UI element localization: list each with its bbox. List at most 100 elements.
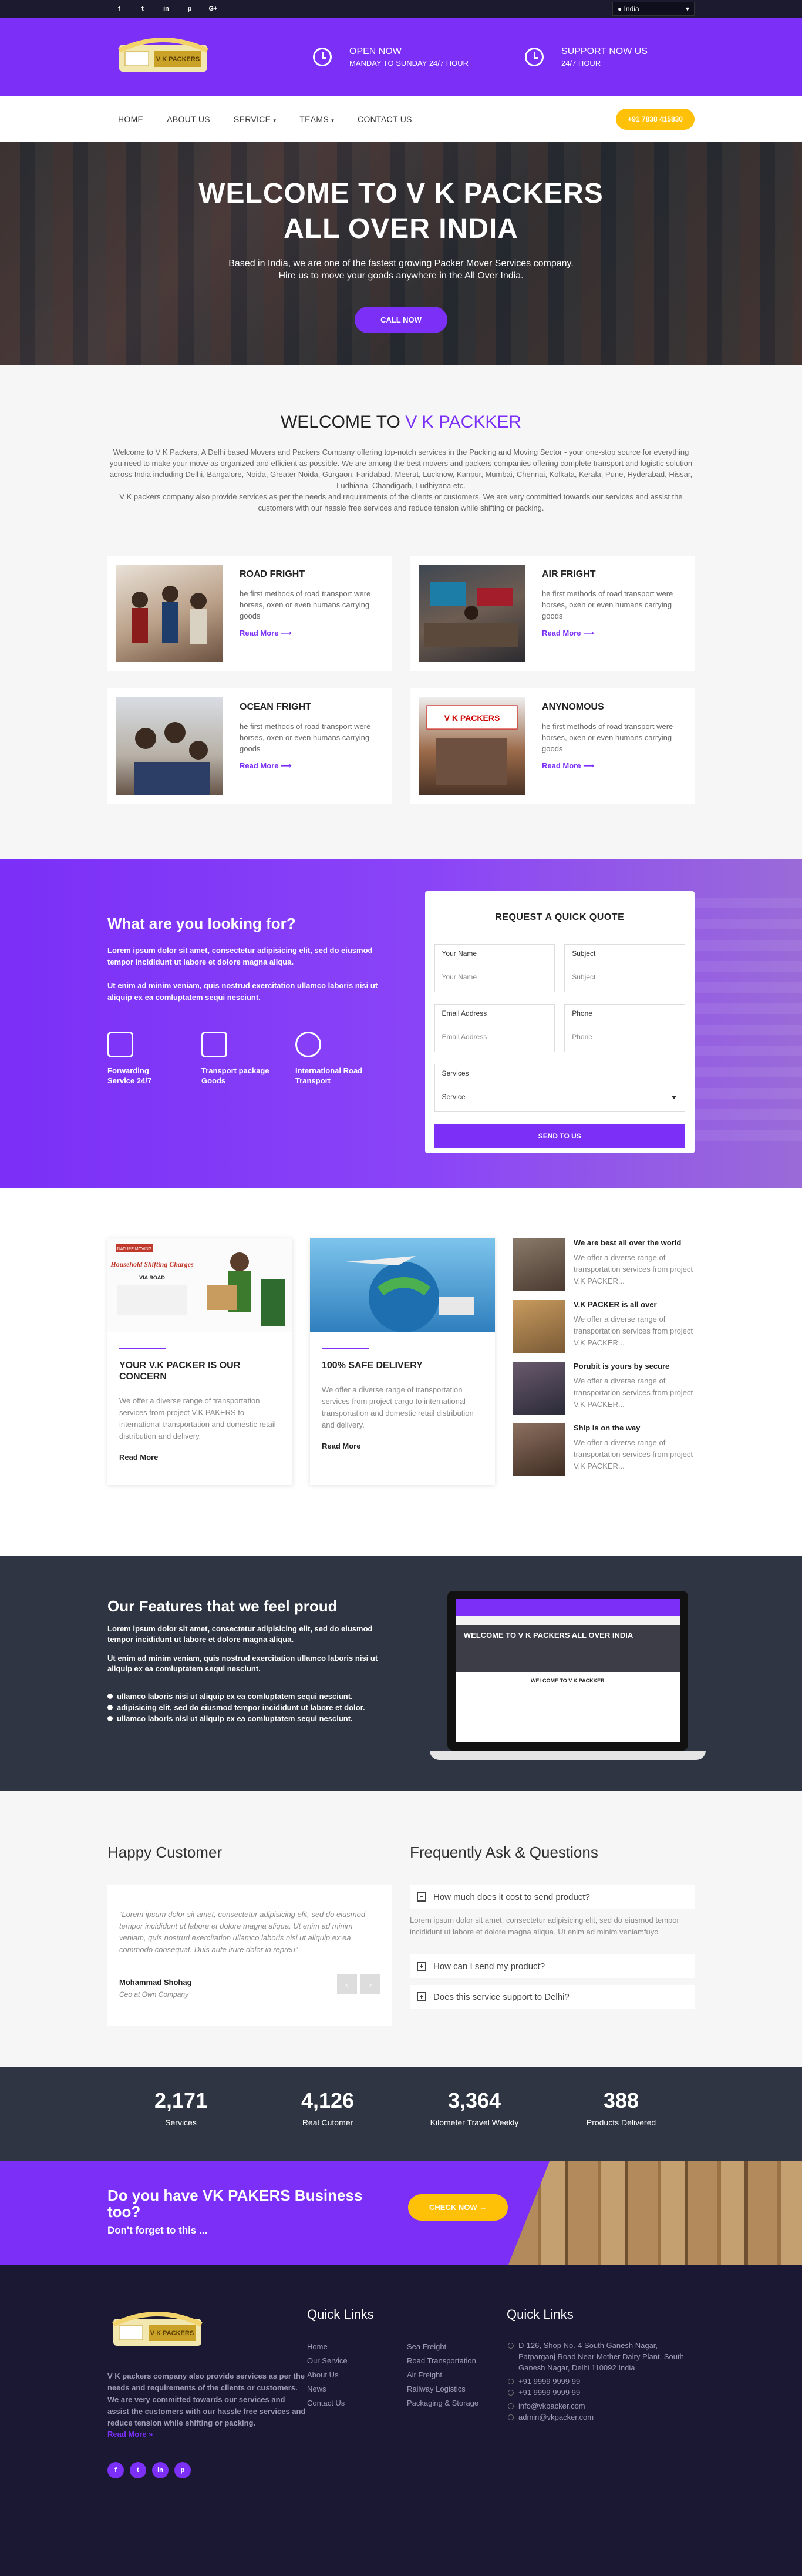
- footer-link[interactable]: Railway Logistics: [407, 2382, 507, 2396]
- list-item-text: We offer a diverse range of transportati…: [574, 1253, 693, 1285]
- chevron-left-icon[interactable]: ‹: [337, 1974, 357, 1994]
- nav-about[interactable]: About us: [167, 115, 210, 124]
- group-selfie-photo: [116, 697, 223, 795]
- arrow-right-icon: ⟶: [281, 629, 292, 637]
- service-text: he first methods of road transport were …: [240, 722, 371, 753]
- check-now-button[interactable]: CHECK NOW →: [408, 2194, 508, 2221]
- service-title: ROAD FRIGHT: [240, 569, 305, 579]
- footer-link[interactable]: About Us: [307, 2368, 407, 2382]
- service-title: OCEAN FRIGHT: [240, 702, 311, 712]
- footer-link[interactable]: Sea Freight: [407, 2340, 507, 2354]
- list-item-text: We offer a diverse range of transportati…: [574, 1376, 693, 1409]
- footer-link[interactable]: Our Service: [307, 2354, 407, 2368]
- google-plus-icon[interactable]: G+: [201, 5, 225, 12]
- nav-home[interactable]: Home: [118, 115, 143, 124]
- accent-bar: [119, 1348, 166, 1349]
- feature-bullet: ullamco laboris nisi ut aliquip ex ea co…: [107, 1713, 378, 1724]
- phone-field[interactable]: Phone Phone: [564, 1004, 685, 1052]
- faq-question: How much does it cost to send product?: [433, 1892, 590, 1902]
- footer-phone: +91 9999 9999 99: [507, 2376, 695, 2387]
- footer-link[interactable]: Contact Us: [307, 2396, 407, 2410]
- faq-item[interactable]: How much does it cost to send product?: [410, 1885, 695, 1909]
- card-title: YOUR V.K PACKER IS OUR CONCERN: [119, 1361, 241, 1382]
- footer-link[interactable]: Home: [307, 2340, 407, 2354]
- counter-number: 4,126: [301, 2088, 355, 2112]
- open-subtitle: Manday to sunday 24/7 hour: [349, 59, 469, 68]
- footer-link[interactable]: News: [307, 2382, 407, 2396]
- facebook-icon[interactable]: f: [107, 5, 131, 12]
- facebook-icon[interactable]: f: [107, 2462, 124, 2478]
- features-paragraph-1: Lorem ipsum dolor sit amet, consectetur …: [107, 1624, 373, 1644]
- field-label: Your Name: [442, 949, 477, 958]
- banner-sub: VIA ROAD: [139, 1275, 165, 1281]
- truck-icon: [107, 1032, 133, 1057]
- read-more-link[interactable]: Read More: [119, 1453, 281, 1462]
- card-text: We offer a diverse range of transportati…: [322, 1385, 474, 1429]
- footer: V K PACKERS V K packers company also pro…: [0, 2265, 802, 2576]
- email-field[interactable]: Email Address Email Address: [434, 1004, 555, 1052]
- logo[interactable]: V K PACKERS: [113, 33, 213, 81]
- shifting-banner: NATURE MOVING Household Shifting Charges…: [107, 1238, 292, 1332]
- linkedin-icon[interactable]: in: [154, 5, 178, 12]
- testimonial-title: Happy Customer: [107, 1843, 223, 1861]
- faq-answer: Lorem ipsum dolor sit amet, consectetur …: [410, 1916, 679, 1936]
- read-more-link[interactable]: Read More ⟶: [240, 629, 383, 638]
- package-icon: [201, 1032, 227, 1057]
- counter-label: Products Delivered: [586, 2118, 656, 2127]
- feature-label: Forwarding Service 24/7: [107, 1066, 152, 1085]
- pinterest-icon[interactable]: p: [174, 2462, 191, 2478]
- mockup-hero: WELCOME TO V K PACKERS ALL OVER INDIA: [455, 1625, 680, 1672]
- list-thumb: [513, 1362, 565, 1415]
- shop-sign: V K PACKERS: [444, 713, 500, 723]
- language-select[interactable]: ● India ▾: [612, 2, 695, 16]
- support-info: Support now us 24/7 hour: [525, 46, 648, 68]
- read-more-link[interactable]: Read More ⟶: [240, 761, 383, 771]
- logo-text: V K PACKERS: [150, 2330, 194, 2337]
- chevron-right-icon[interactable]: ›: [360, 1974, 380, 1994]
- service-card: V K PACKERS ANYNOMOUS he first methods o…: [410, 688, 695, 804]
- counter: 388 Products Delivered: [548, 2088, 695, 2127]
- footer-read-more[interactable]: Read More »: [107, 2430, 153, 2439]
- pinterest-icon[interactable]: p: [178, 5, 201, 12]
- twitter-icon[interactable]: t: [131, 5, 154, 12]
- footer-logo[interactable]: V K PACKERS: [107, 2307, 207, 2355]
- quote-section: What are you looking for? Lorem ipsum do…: [0, 859, 802, 1188]
- welcome-title-accent: V K PACKKER: [405, 412, 522, 432]
- footer-link[interactable]: Air Freight: [407, 2368, 507, 2382]
- nav-teams[interactable]: Teams ▾: [299, 115, 334, 124]
- globe-icon: ●: [618, 5, 622, 13]
- site-header: V K PACKERS Open now Manday to sunday 24…: [0, 18, 802, 96]
- call-now-button[interactable]: CALL NOW: [355, 307, 447, 333]
- footer-link[interactable]: Road Transportation: [407, 2354, 507, 2368]
- quote-title: What are you looking for?: [107, 915, 296, 932]
- faq-item[interactable]: How can I send my product?: [410, 1954, 695, 1978]
- counter: 3,364 Kilometer Travel Weekly: [401, 2088, 548, 2127]
- phone-button[interactable]: +91 7838 415830: [616, 109, 695, 130]
- read-more-link[interactable]: Read More ⟶: [542, 761, 686, 771]
- nav-contact[interactable]: Contact us: [358, 115, 412, 124]
- counter-number: 2,171: [154, 2088, 208, 2112]
- field-label: Phone: [572, 1009, 592, 1017]
- feature-label: International Road Transport: [295, 1066, 363, 1085]
- send-quote-button[interactable]: SEND TO US: [434, 1124, 685, 1148]
- footer-email[interactable]: info@vkpacker.com: [507, 2400, 695, 2412]
- welcome-title: WELCOME TO V K PACKKER: [107, 412, 695, 432]
- field-label: Email Address: [442, 1009, 487, 1017]
- services-select[interactable]: Services Service: [434, 1064, 685, 1112]
- read-more-link[interactable]: Read More ⟶: [542, 629, 686, 638]
- welcome-desc-2: V K packers company also provide service…: [119, 492, 683, 512]
- counter-number: 3,364: [447, 2088, 501, 2112]
- faq-item[interactable]: Does this service support to Delhi?: [410, 1985, 695, 2009]
- read-more-link[interactable]: Read More: [322, 1442, 483, 1450]
- twitter-icon[interactable]: t: [130, 2462, 146, 2478]
- hero: WELCOME TO V K PACKERS ALL OVER INDIA Bas…: [0, 142, 802, 365]
- service-card: OCEAN FRIGHT he first methods of road tr…: [107, 688, 392, 804]
- subject-field[interactable]: Subject Subject: [564, 944, 685, 992]
- name-field[interactable]: Your Name Your Name: [434, 944, 555, 992]
- mockup-header: [455, 1599, 680, 1616]
- footer-link[interactable]: Packaging & Storage: [407, 2396, 507, 2410]
- footer-email[interactable]: admin@vkpacker.com: [507, 2412, 695, 2423]
- linkedin-icon[interactable]: in: [152, 2462, 169, 2478]
- nav-service[interactable]: Service ▾: [234, 115, 276, 124]
- read-more-label: Read More: [240, 629, 279, 637]
